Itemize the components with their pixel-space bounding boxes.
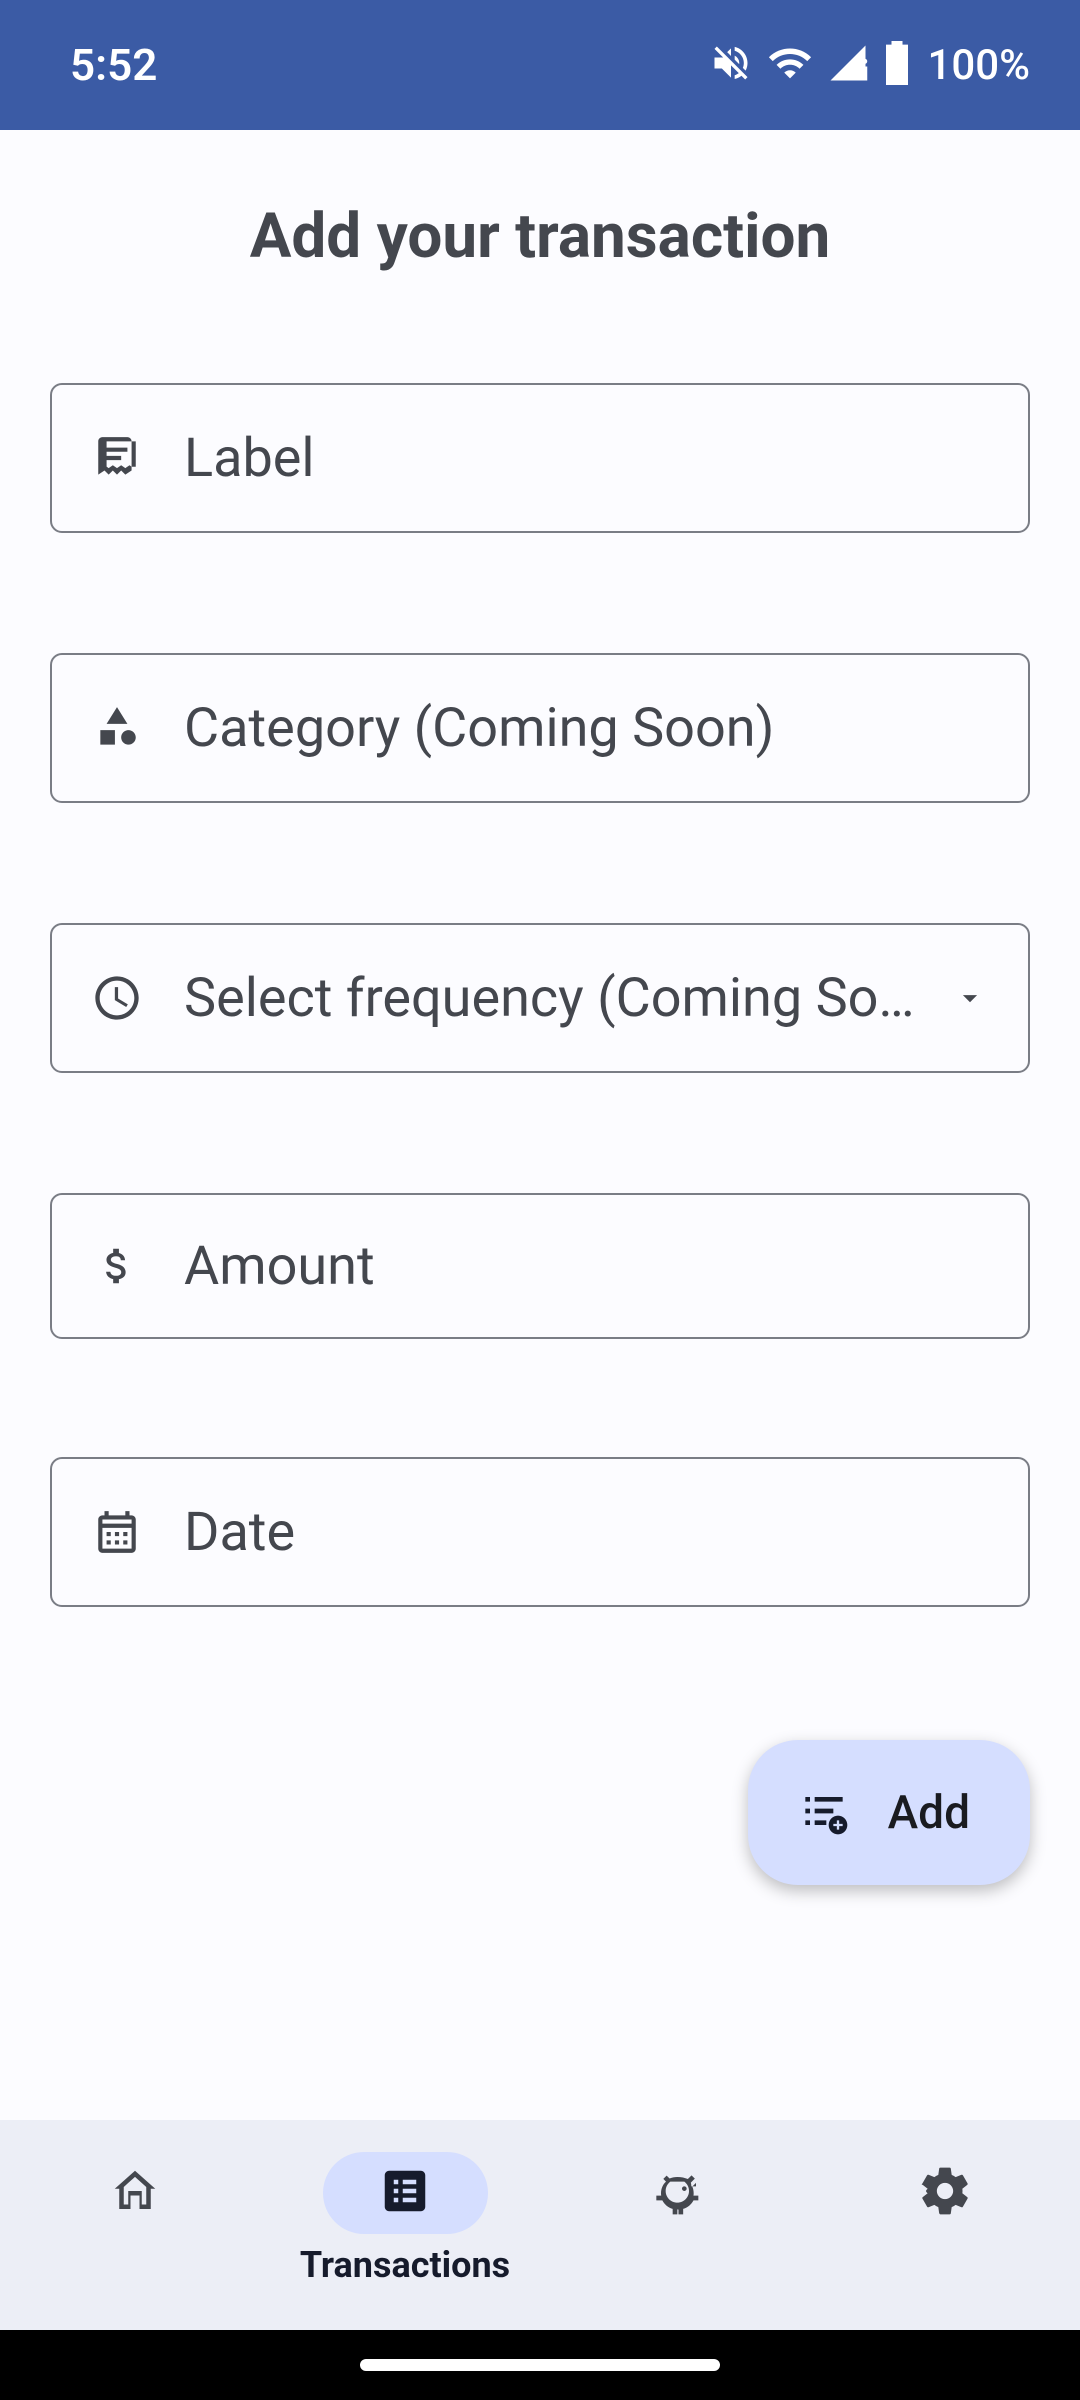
dollar-icon — [90, 1239, 144, 1293]
nav-home[interactable] — [0, 2152, 270, 2284]
shapes-icon — [90, 701, 144, 755]
battery-icon — [883, 41, 911, 89]
battery-percentage: 100% — [927, 41, 1030, 90]
label-placeholder: Label — [184, 427, 990, 490]
gear-icon — [917, 2163, 973, 2223]
gesture-bar[interactable] — [360, 2359, 720, 2371]
status-bar: 5:52 100% — [0, 0, 1080, 130]
category-placeholder: Category (Coming Soon) — [184, 697, 990, 760]
nav-transactions[interactable]: Transactions — [270, 2152, 540, 2284]
nav-settings[interactable] — [810, 2152, 1080, 2284]
category-field[interactable]: Category (Coming Soon) — [50, 653, 1030, 803]
nav-savings[interactable] — [540, 2152, 810, 2284]
piggy-icon — [647, 2163, 703, 2223]
frequency-field[interactable]: Select frequency (Coming So… — [50, 923, 1030, 1073]
page-title: Add your transaction — [50, 200, 1030, 273]
clock-icon — [90, 971, 144, 1025]
add-button-label: Add — [888, 1786, 970, 1840]
status-time: 5:52 — [70, 39, 157, 91]
wifi-icon — [767, 40, 813, 90]
mute-icon — [709, 41, 753, 89]
date-placeholder: Date — [184, 1501, 990, 1564]
amount-placeholder: Amount — [184, 1235, 990, 1298]
gesture-area — [0, 2330, 1080, 2400]
list-add-icon — [796, 1783, 852, 1843]
amount-field[interactable]: Amount — [50, 1193, 1030, 1339]
home-icon — [108, 2164, 162, 2222]
add-button[interactable]: Add — [748, 1740, 1030, 1885]
status-icons: 100% — [709, 40, 1030, 90]
bottom-nav: Transactions — [0, 2120, 1080, 2330]
list-icon — [378, 2164, 432, 2222]
calendar-icon — [90, 1505, 144, 1559]
nav-transactions-label: Transactions — [300, 2244, 510, 2284]
receipt-icon — [90, 431, 144, 485]
date-field[interactable]: Date — [50, 1457, 1030, 1607]
label-field[interactable]: Label — [50, 383, 1030, 533]
frequency-placeholder: Select frequency (Coming So… — [184, 967, 930, 1030]
chevron-down-icon — [950, 981, 990, 1015]
signal-icon — [827, 42, 869, 88]
